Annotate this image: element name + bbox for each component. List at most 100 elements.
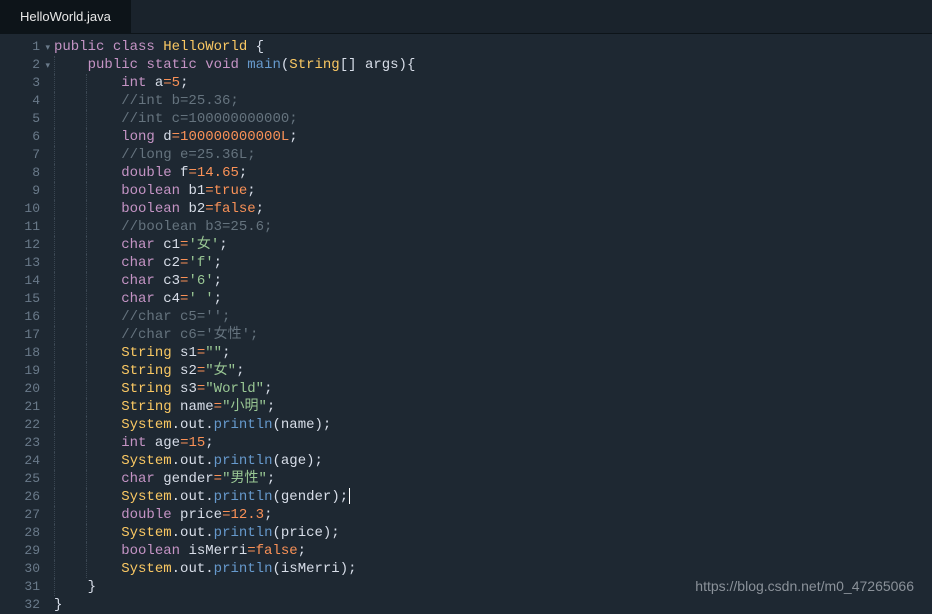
token-punct: ); xyxy=(306,453,323,469)
indent-guide xyxy=(54,452,55,470)
line-number: 9 xyxy=(4,182,40,200)
token-str: ' ' xyxy=(188,291,213,307)
token-id: name xyxy=(180,399,214,415)
line-number: 11 xyxy=(4,218,40,236)
indent-guide xyxy=(54,506,55,524)
token-space xyxy=(104,39,112,55)
token-str: "女" xyxy=(205,363,236,379)
code-line[interactable]: System.out.println(price); xyxy=(54,524,932,542)
token-punct: ( xyxy=(272,489,280,505)
token-bool: false xyxy=(214,201,256,217)
token-id: out xyxy=(180,417,205,433)
token-sys: System xyxy=(121,525,171,541)
code-line[interactable]: int age=15; xyxy=(54,434,932,452)
indent-guide xyxy=(54,470,55,488)
code-line[interactable]: long d=100000000000L; xyxy=(54,128,932,146)
code-line[interactable]: //long e=25.36L; xyxy=(54,146,932,164)
code-editor[interactable]: 1▾2▾345678910111213141516171819202122232… xyxy=(0,34,932,606)
token-space xyxy=(155,255,163,271)
token-id: b1 xyxy=(188,183,205,199)
line-number: 14 xyxy=(4,272,40,290)
token-id: out xyxy=(180,453,205,469)
indent-guide xyxy=(86,182,87,200)
indent-guide xyxy=(86,200,87,218)
code-line[interactable]: char c3='6'; xyxy=(54,272,932,290)
token-punct: ); xyxy=(323,525,340,541)
code-line[interactable]: System.out.println(isMerri); xyxy=(54,560,932,578)
token-str: "小明" xyxy=(222,399,267,415)
code-line[interactable]: double price=12.3; xyxy=(54,506,932,524)
line-number: 31 xyxy=(4,578,40,596)
code-content[interactable]: public class HelloWorld { public static … xyxy=(48,34,932,606)
code-line[interactable]: System.out.println(name); xyxy=(54,416,932,434)
indent-guide xyxy=(86,344,87,362)
indent-guide xyxy=(86,488,87,506)
token-type: long xyxy=(121,129,155,145)
tab-file[interactable]: HelloWorld.java xyxy=(0,0,131,33)
token-sys: System xyxy=(121,489,171,505)
code-line[interactable]: System.out.println(age); xyxy=(54,452,932,470)
indent-guide xyxy=(86,416,87,434)
token-punct: ( xyxy=(272,453,280,469)
token-num: 14.65 xyxy=(197,165,239,181)
watermark: https://blog.csdn.net/m0_47265066 xyxy=(695,578,914,594)
code-line[interactable]: boolean isMerri=false; xyxy=(54,542,932,560)
line-number: 6 xyxy=(4,128,40,146)
code-line[interactable]: String name="小明"; xyxy=(54,398,932,416)
code-line[interactable]: //char c6='女性'; xyxy=(54,326,932,344)
token-num: 100000000000L xyxy=(180,129,289,145)
indent-guide xyxy=(86,236,87,254)
indent-guide xyxy=(86,398,87,416)
code-line[interactable]: String s2="女"; xyxy=(54,362,932,380)
token-id: s1 xyxy=(180,345,197,361)
code-line[interactable]: String s1=""; xyxy=(54,344,932,362)
token-cls: String xyxy=(121,381,171,397)
token-punct: ; xyxy=(214,255,222,271)
code-line[interactable]: boolean b2=false; xyxy=(54,200,932,218)
line-number: 32 xyxy=(4,596,40,614)
token-space xyxy=(172,381,180,397)
code-line[interactable]: } xyxy=(54,596,932,614)
token-type: char xyxy=(121,237,155,253)
code-line[interactable]: double f=14.65; xyxy=(54,164,932,182)
token-op: = xyxy=(214,399,222,415)
indent-guide xyxy=(86,380,87,398)
token-type: int xyxy=(121,75,146,91)
tab-bar: HelloWorld.java xyxy=(0,0,932,34)
token-type: boolean xyxy=(121,543,180,559)
token-id: c1 xyxy=(163,237,180,253)
indent-guide xyxy=(54,218,55,236)
token-id: a xyxy=(155,75,163,91)
code-line[interactable]: System.out.println(gender); xyxy=(54,488,932,506)
code-line[interactable]: char c2='f'; xyxy=(54,254,932,272)
token-id: s3 xyxy=(180,381,197,397)
code-line[interactable]: public class HelloWorld { xyxy=(54,38,932,56)
code-line[interactable]: char gender="男性"; xyxy=(54,470,932,488)
token-id: c3 xyxy=(163,273,180,289)
indent-guide xyxy=(54,434,55,452)
code-line[interactable]: //int b=25.36; xyxy=(54,92,932,110)
token-op: = xyxy=(163,75,171,91)
code-line[interactable]: boolean b1=true; xyxy=(54,182,932,200)
indent-guide xyxy=(86,362,87,380)
indent-guide xyxy=(86,560,87,578)
indent-guide xyxy=(54,308,55,326)
token-punct: ; xyxy=(219,237,227,253)
token-bool: true xyxy=(214,183,248,199)
line-number: 21 xyxy=(4,398,40,416)
token-punct: { xyxy=(256,39,264,55)
code-line[interactable]: //boolean b3=25.6; xyxy=(54,218,932,236)
code-line[interactable]: char c4=' '; xyxy=(54,290,932,308)
token-kw: static xyxy=(146,57,196,73)
token-punct: } xyxy=(88,579,96,595)
code-line[interactable]: String s3="World"; xyxy=(54,380,932,398)
code-line[interactable]: char c1='女'; xyxy=(54,236,932,254)
token-op: = xyxy=(197,363,205,379)
token-id: age xyxy=(155,435,180,451)
code-line[interactable]: //char c5=''; xyxy=(54,308,932,326)
code-line[interactable]: //int c=100000000000; xyxy=(54,110,932,128)
token-id: d xyxy=(163,129,171,145)
code-line[interactable]: int a=5; xyxy=(54,74,932,92)
code-line[interactable]: public static void main(String[] args){ xyxy=(54,56,932,74)
token-space xyxy=(155,237,163,253)
